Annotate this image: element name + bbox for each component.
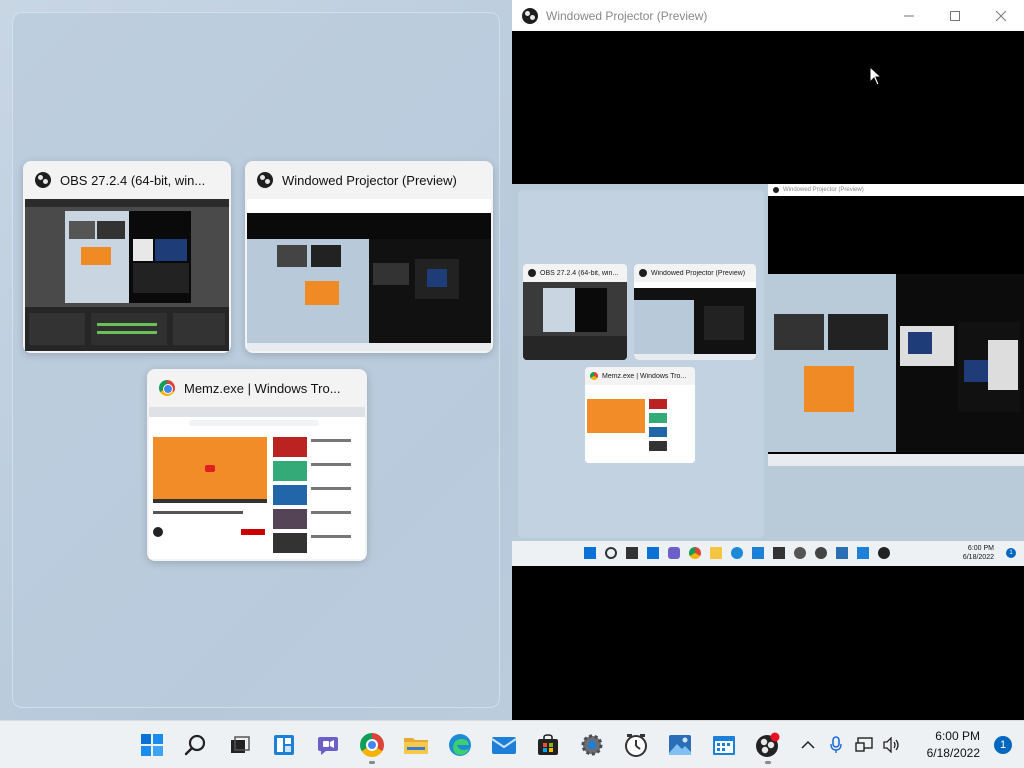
snap-card-title: OBS 27.2.4 (64-bit, win... — [60, 172, 206, 188]
volume-icon — [883, 737, 899, 753]
obs-taskbar-button[interactable] — [746, 725, 790, 765]
snap-card-memz[interactable]: Memz.exe | Windows Tro... — [147, 369, 367, 561]
mail-button[interactable] — [482, 725, 526, 765]
nested-desktop-preview: OBS 27.2.4 (64-bit, win... Windowed Proj… — [512, 184, 1024, 566]
snap-card-header: Memz.exe | Windows Tro... — [147, 369, 367, 407]
snap-card-projector[interactable]: Windowed Projector (Preview) — [245, 161, 493, 353]
file-explorer-icon — [404, 738, 428, 754]
clock[interactable]: 6:00 PM 6/18/2022 — [906, 728, 984, 762]
chevron-up-icon — [801, 740, 815, 749]
start-icon — [141, 734, 163, 756]
file-explorer-button[interactable] — [394, 725, 438, 765]
nested-clock-date: 6/18/2022 — [962, 554, 994, 561]
snap-card-header: Windowed Projector (Preview) — [245, 161, 493, 199]
chrome-icon — [159, 380, 175, 396]
photos-button[interactable] — [658, 725, 702, 765]
projector-preview: OBS 27.2.4 (64-bit, win... Windowed Proj… — [512, 31, 1024, 720]
projector-window-thumbnail — [247, 199, 491, 351]
calendar-icon — [713, 736, 735, 755]
edge-button[interactable] — [438, 725, 482, 765]
nested-taskbar: 6:00 PM 6/18/2022 1 — [512, 541, 1024, 566]
edge-icon — [449, 734, 471, 756]
clock-app-button[interactable] — [614, 725, 658, 765]
microphone-button[interactable] — [822, 729, 850, 761]
nested-window-title: Windowed Projector (Preview) — [783, 187, 864, 193]
windowed-projector-window[interactable]: Windowed Projector (Preview) OBS 27.2.4 … — [512, 0, 1024, 720]
start-button[interactable] — [130, 725, 174, 765]
clock-date: 6/18/2022 — [926, 746, 980, 760]
nested-card-title: OBS 27.2.4 (64-bit, win... — [540, 269, 619, 277]
maximize-button[interactable] — [932, 0, 978, 31]
nested-card-obs: OBS 27.2.4 (64-bit, win... — [523, 264, 627, 360]
close-icon — [995, 10, 1007, 21]
chrome-taskbar-button[interactable] — [350, 725, 394, 765]
task-view-button[interactable] — [218, 725, 262, 765]
close-button[interactable] — [978, 0, 1024, 31]
chrome-icon — [360, 733, 384, 757]
obs-window-thumbnail — [25, 199, 229, 351]
network-button[interactable] — [850, 729, 878, 761]
taskbar-apps — [130, 721, 790, 768]
taskbar: 6:00 PM 6/18/2022 1 — [0, 720, 1024, 768]
microphone-icon — [830, 736, 842, 753]
settings-button[interactable] — [570, 725, 614, 765]
nested-card-memz: Memz.exe | Windows Tro... — [585, 367, 695, 463]
widgets-icon — [274, 735, 294, 755]
chat-button[interactable] — [306, 725, 350, 765]
obs-icon — [756, 732, 780, 757]
recording-badge — [770, 732, 780, 742]
chat-icon — [318, 737, 338, 755]
network-icon — [855, 737, 873, 752]
obs-icon — [522, 7, 538, 24]
nested-projector-window: Windowed Projector (Preview) — [768, 184, 1024, 466]
system-tray: 6:00 PM 6/18/2022 1 — [794, 721, 1024, 768]
store-icon — [538, 734, 558, 755]
minimize-icon — [904, 15, 914, 16]
search-icon — [184, 734, 206, 756]
nested-notification-badge: 1 — [1006, 548, 1016, 558]
nested-card-title: Windowed Projector (Preview) — [651, 269, 746, 277]
calendar-button[interactable] — [702, 725, 746, 765]
snap-card-obs[interactable]: OBS 27.2.4 (64-bit, win... — [23, 161, 231, 353]
mouse-cursor-icon — [869, 66, 883, 86]
window-controls — [886, 0, 1024, 31]
settings-icon — [581, 734, 603, 756]
window-title: Windowed Projector (Preview) — [546, 8, 708, 23]
snap-card-title: Windowed Projector (Preview) — [282, 172, 457, 188]
notification-badge[interactable]: 1 — [994, 736, 1012, 754]
photos-icon — [669, 735, 691, 755]
show-hidden-icons-button[interactable] — [794, 729, 822, 761]
volume-button[interactable] — [878, 729, 906, 761]
minimize-button[interactable] — [886, 0, 932, 31]
nested-snap-panel — [518, 190, 764, 538]
snap-assist-panel: OBS 27.2.4 (64-bit, win... Windowed Proj… — [12, 12, 500, 708]
clock-app-icon — [625, 734, 647, 757]
task-view-icon — [231, 736, 250, 753]
obs-icon — [257, 172, 273, 188]
window-titlebar[interactable]: Windowed Projector (Preview) — [512, 0, 1024, 31]
memz-window-thumbnail — [149, 407, 365, 559]
search-button[interactable] — [174, 725, 218, 765]
nested-clock-time: 6:00 PM — [967, 545, 994, 552]
widgets-button[interactable] — [262, 725, 306, 765]
obs-icon — [35, 172, 51, 188]
nested-card-title: Memz.exe | Windows Tro... — [602, 372, 687, 380]
nested-card-projector: Windowed Projector (Preview) — [634, 264, 756, 360]
snap-card-title: Memz.exe | Windows Tro... — [184, 380, 341, 396]
snap-card-header: OBS 27.2.4 (64-bit, win... — [23, 161, 231, 199]
mail-icon — [491, 737, 517, 754]
clock-time: 6:00 PM — [935, 729, 980, 743]
store-button[interactable] — [526, 725, 570, 765]
maximize-icon — [950, 10, 960, 21]
